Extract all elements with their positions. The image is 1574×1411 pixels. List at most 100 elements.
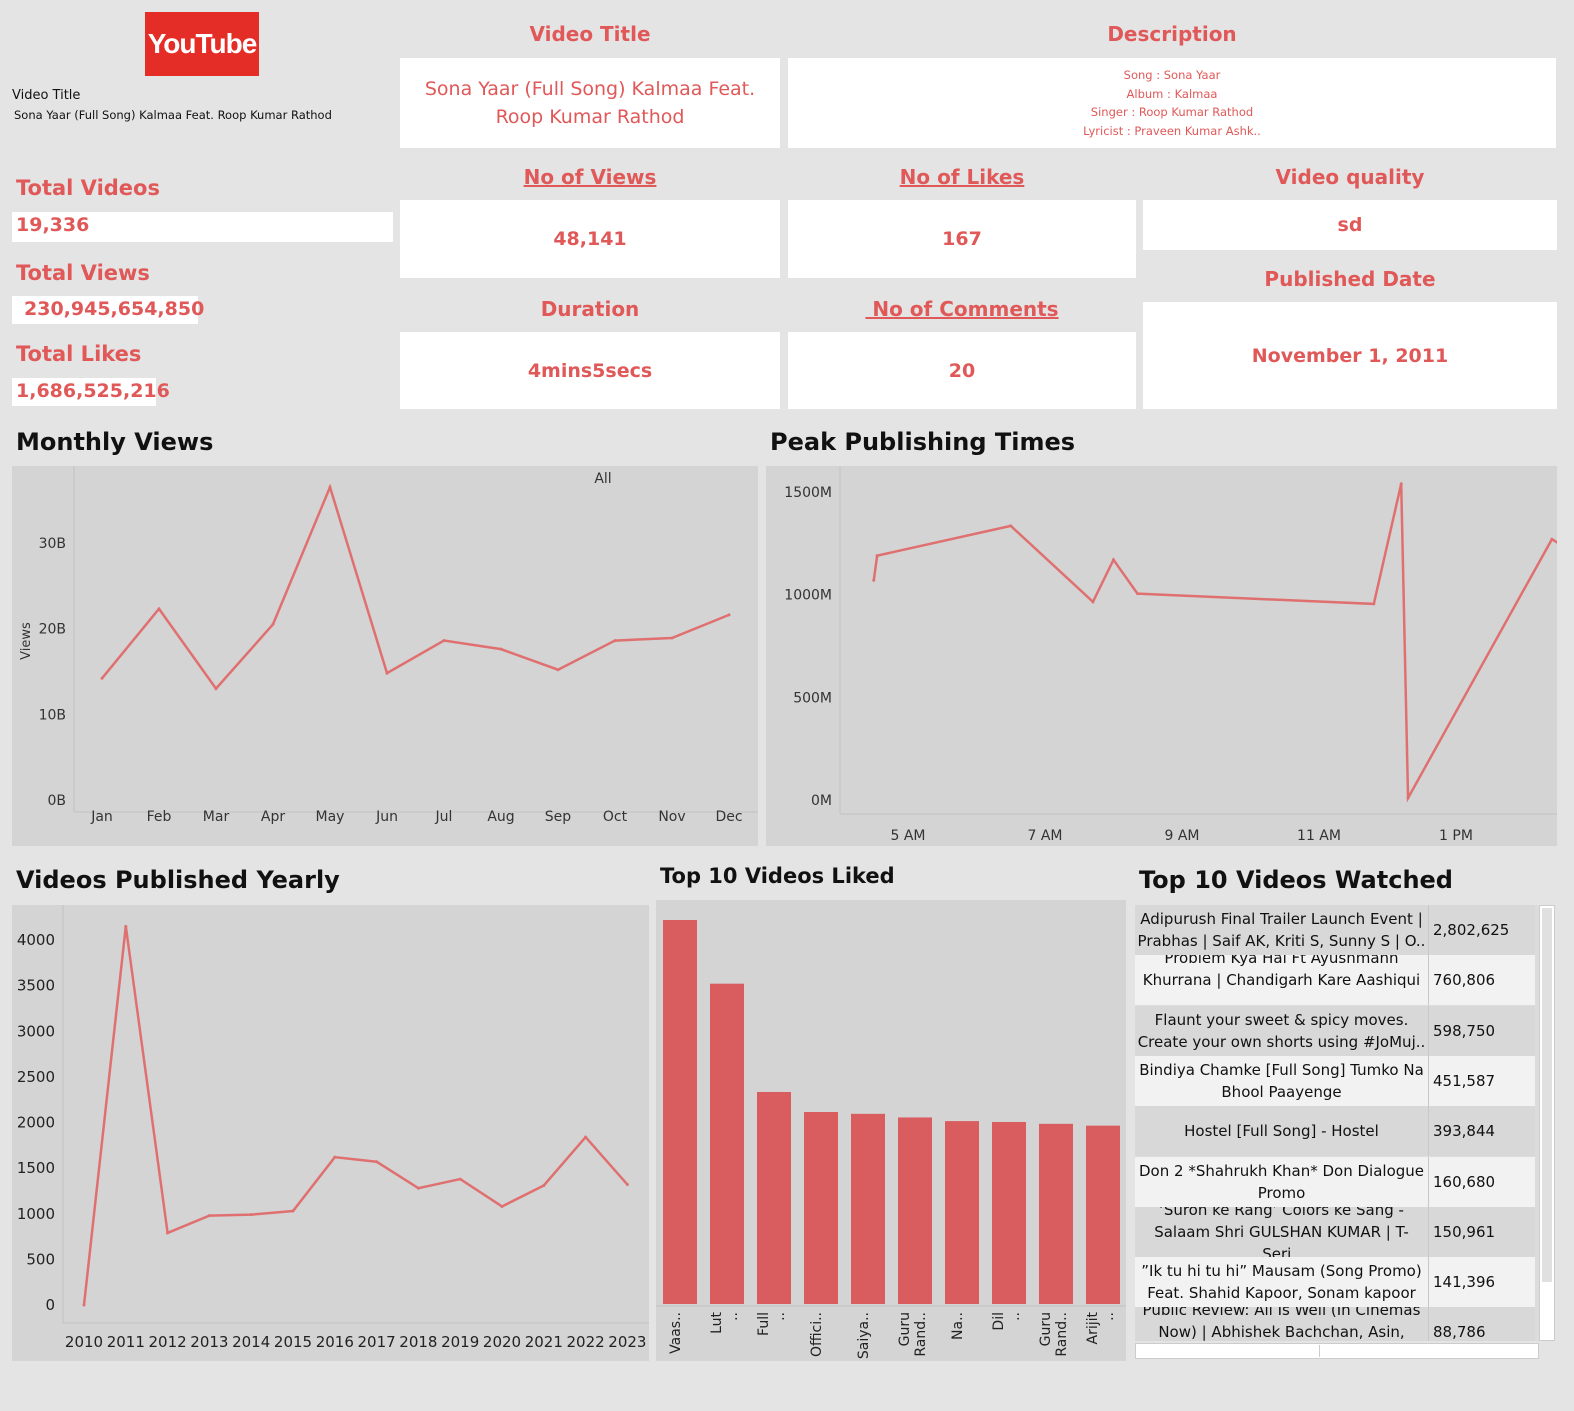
bar <box>1039 1123 1073 1304</box>
description-line: Album : Kalmaa <box>1126 86 1218 101</box>
side-title-label: Video Title <box>12 88 81 103</box>
view-count-cell: 150,961 <box>1428 1206 1535 1257</box>
table-row[interactable]: ‘Suron ke Rang’ Colors ke Sang - Salaam … <box>1135 1206 1535 1257</box>
bar <box>757 1091 791 1304</box>
video-title-cell: Flaunt your sweet & spicy moves. Create … <box>1137 1010 1426 1051</box>
description-line: Song : Sona Yaar <box>1123 68 1221 82</box>
y-tick-label: 3500 <box>17 977 55 995</box>
data-point <box>1135 592 1139 596</box>
views-value: 48,141 <box>553 228 627 250</box>
y-tick-label: 0B <box>47 793 66 809</box>
bar <box>992 1122 1026 1304</box>
video-title-cell: Bindiya Chamke [Full Song] Tumko Na Bhoo… <box>1139 1060 1424 1101</box>
x-tick-label: 2011 <box>107 1333 145 1351</box>
views-header: No of Views <box>523 165 657 189</box>
quality-box: sd <box>1143 200 1557 250</box>
table-scrollbar-h-thumb[interactable] <box>1137 1345 1320 1357</box>
view-count-cell: 88,786 <box>1428 1307 1535 1341</box>
x-tick-label: 2023 <box>608 1333 646 1351</box>
data-point <box>875 554 879 558</box>
bar <box>1086 1125 1120 1304</box>
data-point <box>166 1231 170 1235</box>
duration-value: 4mins5secs <box>527 359 653 382</box>
x-tick-label: Guru <box>897 1312 913 1346</box>
peak-times-title: Peak Publishing Times <box>770 428 1076 456</box>
bar <box>898 1117 932 1304</box>
video-title-cell: Hostel [Full Song] - Hostel <box>1184 1122 1379 1141</box>
x-tick-label: Guru <box>1038 1312 1054 1346</box>
y-tick-label: 2000 <box>17 1114 55 1132</box>
table-scrollbar-vertical[interactable] <box>1539 905 1555 1341</box>
view-count-cell: 451,587 <box>1428 1055 1535 1106</box>
table-scrollbar-thumb[interactable] <box>1542 908 1552 1282</box>
comments-box: 20 <box>788 332 1136 409</box>
view-count-cell: 598,750 <box>1428 1005 1535 1056</box>
likes-header: No of Likes <box>899 165 1025 189</box>
view-count-cell: 393,844 <box>1428 1106 1535 1157</box>
table-row[interactable]: ”Ik tu hi tu hi” Mausam (Song Promo) Fea… <box>1135 1257 1535 1308</box>
table-row[interactable]: Problem Kya Hai Ft Ayushmann Khurrana | … <box>1135 955 1535 1006</box>
table-row[interactable]: Don 2 *Shahrukh Khan* Don Dialogue Promo… <box>1135 1156 1535 1207</box>
data-point <box>872 578 876 582</box>
data-point <box>1406 796 1410 800</box>
youtube-logo: You Tube <box>145 12 259 76</box>
data-point <box>613 639 617 643</box>
x-tick-label: Jun <box>375 809 398 825</box>
x-tick-label-line2: .. <box>772 1312 788 1321</box>
description-box: Song : Sona Yaar Album : Kalmaa Singer :… <box>788 58 1556 148</box>
x-tick-label: 2013 <box>190 1333 228 1351</box>
x-tick-label: 7 AM <box>1027 828 1062 844</box>
total-likes-value: 1,686,525,216 <box>12 378 170 406</box>
x-tick-label: 5 AM <box>890 828 925 844</box>
view-count-cell: 760,806 <box>1428 955 1535 1006</box>
data-point <box>207 1214 211 1218</box>
x-tick-label: 2020 <box>483 1333 521 1351</box>
video-title-header: Video Title <box>529 22 651 46</box>
table-row[interactable]: Public Review: All Is Well (In Cinemas N… <box>1135 1307 1535 1341</box>
peak-times-chart: 0M 500M 1000M 1500M 5 AM 7 AM 9 AM 11 AM 1 PM <box>766 466 1557 846</box>
x-tick-label: Na.. <box>950 1312 966 1340</box>
total-videos-label: Total Videos <box>16 176 160 200</box>
data-point <box>556 668 560 672</box>
x-tick-label-line2: Rand.. <box>913 1312 929 1357</box>
y-tick-label: 1500M <box>784 485 832 501</box>
table-row[interactable]: Flaunt your sweet & spicy moves. Create … <box>1135 1005 1535 1056</box>
table-row[interactable]: Bindiya Chamke [Full Song] Tumko Na Bhoo… <box>1135 1055 1535 1106</box>
data-point <box>1550 537 1554 541</box>
video-title-box: Sona Yaar (Full Song) Kalmaa Feat. Roop … <box>400 58 780 148</box>
x-tick-label: 2015 <box>274 1333 312 1351</box>
y-tick-label: 1000M <box>784 588 832 604</box>
x-tick-label: Feb <box>147 809 172 825</box>
data-point <box>1091 600 1095 604</box>
bar <box>804 1112 838 1304</box>
x-tick-label: Lut <box>709 1311 725 1333</box>
data-point <box>442 639 446 643</box>
top-watched-table: Adipurush Final Trailer Launch Event | P… <box>1135 905 1539 1341</box>
table-row[interactable]: Adipurush Final Trailer Launch Event | P… <box>1135 905 1535 955</box>
view-count-cell: 2,802,625 <box>1428 905 1535 955</box>
video-title-cell: Adipurush Final Trailer Launch Event | P… <box>1137 910 1426 950</box>
quality-header: Video quality <box>1275 165 1425 189</box>
data-point <box>385 671 389 675</box>
x-tick-label: 2021 <box>525 1333 563 1351</box>
x-tick-label: 2022 <box>567 1333 605 1351</box>
video-title-cell: ‘Suron ke Rang’ Colors ke Sang - Salaam … <box>1154 1206 1409 1257</box>
data-point <box>333 1155 337 1159</box>
data-point <box>1112 558 1115 562</box>
monthly-views-chart: 0B 10B 20B 30B Views All Jan Feb Mar Apr May Jun Jul… <box>12 466 758 846</box>
y-tick-label: 30B <box>39 536 66 552</box>
yearly-chart: 0 500 1000 1500 2000 2500 3000 3500 4000 2010 2011… <box>12 905 649 1361</box>
x-tick-label: 2019 <box>441 1333 479 1351</box>
x-tick-label: 2010 <box>65 1333 103 1351</box>
table-scrollbar-horizontal[interactable] <box>1135 1343 1539 1359</box>
x-tick-label: 2014 <box>232 1333 270 1351</box>
x-tick-label: Vaas.. <box>668 1312 684 1354</box>
y-tick-label: 500 <box>26 1250 55 1268</box>
y-tick-label: 4000 <box>17 931 55 949</box>
table-row[interactable]: Hostel [Full Song] - Hostel 393,844 <box>1135 1106 1535 1157</box>
bar <box>663 920 697 1304</box>
x-tick-label: 2018 <box>399 1333 437 1351</box>
y-tick-label: 0M <box>811 793 832 809</box>
data-point <box>458 1177 462 1181</box>
x-tick-label: 1 PM <box>1439 828 1473 844</box>
